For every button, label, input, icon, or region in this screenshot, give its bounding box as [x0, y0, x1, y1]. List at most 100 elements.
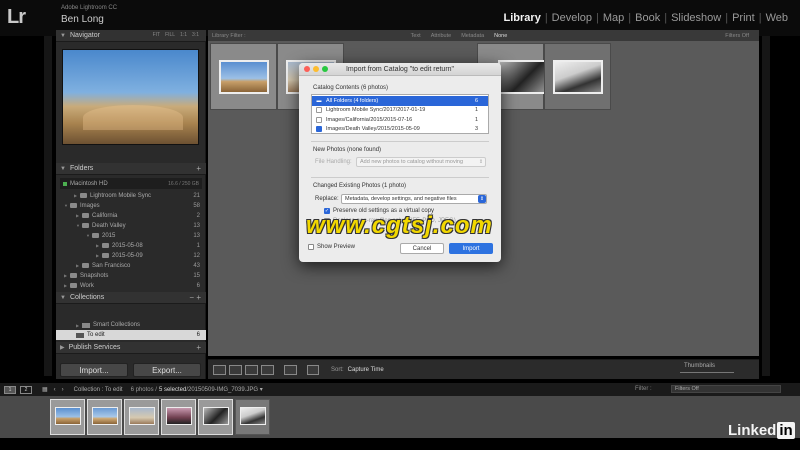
collection-count: 6: [196, 332, 200, 338]
module-map[interactable]: Map: [599, 12, 628, 24]
folders-header[interactable]: ▼ Folders +: [56, 163, 206, 175]
checkbox[interactable]: ▬: [316, 97, 322, 104]
catalog-contents-label: Catalog Contents (6 photos): [313, 85, 389, 91]
survey-view-icon[interactable]: [261, 364, 274, 375]
catalog-row-label: Lightroom Mobile Sync/2017/2017-01-19: [326, 107, 426, 114]
folder-count: 21: [193, 192, 200, 199]
import-button[interactable]: Import...: [60, 363, 128, 377]
catalog-row-mobile-sync[interactable]: Lightroom Mobile Sync/2017/2017-01-19 1: [312, 106, 488, 116]
back-arrow-icon[interactable]: ‹: [54, 387, 56, 393]
sort-label: Sort:: [331, 366, 344, 373]
folder-2015-05-09[interactable]: ▶ 2015-05-09 12: [56, 251, 206, 261]
window-2-button[interactable]: 2: [20, 385, 32, 394]
forward-arrow-icon[interactable]: ›: [62, 387, 64, 393]
folder-lightroom-mobile-sync[interactable]: ▶ Lightroom Mobile Sync 21: [56, 191, 206, 201]
dialog-import-button[interactable]: Import: [449, 243, 493, 254]
filmstrip-source[interactable]: Collection : To edit: [74, 387, 123, 393]
navigator-zoom-options: FIT FILL 1:1 3:1: [153, 32, 199, 38]
export-button[interactable]: Export...: [133, 363, 201, 377]
catalog-row-all-folders[interactable]: ▬ All Folders (4 folders) 6: [312, 96, 488, 106]
compare-view-icon[interactable]: [245, 364, 258, 375]
zoom-fill[interactable]: FILL: [165, 32, 175, 38]
folder-2015[interactable]: ▼ 2015 13: [56, 231, 206, 241]
module-book[interactable]: Book: [631, 12, 664, 24]
zoom-window-icon[interactable]: [322, 66, 328, 72]
filmstrip-cell[interactable]: [50, 399, 85, 435]
filter-attribute[interactable]: Attribute: [431, 33, 451, 39]
filmstrip-cell[interactable]: [124, 399, 159, 435]
folder-california[interactable]: ▶ California 2: [56, 211, 206, 221]
people-view-icon[interactable]: [284, 364, 297, 375]
folder-count: 12: [193, 252, 200, 259]
sort-select[interactable]: Capture Time: [348, 367, 384, 373]
sort-direction-icon[interactable]: [307, 364, 319, 375]
folder-icon: [80, 193, 87, 199]
grid-cell[interactable]: [544, 43, 611, 110]
add-publish-icon[interactable]: +: [196, 343, 201, 352]
replace-label: Replace:: [315, 196, 339, 202]
zoom-fit[interactable]: FIT: [153, 32, 161, 38]
collection-controls-icon[interactable]: − +: [189, 293, 201, 302]
publish-services-header[interactable]: ▶ Publish Services +: [56, 342, 206, 354]
zoom-1-1[interactable]: 1:1: [180, 32, 187, 38]
checkbox[interactable]: [308, 244, 314, 250]
navigator-preview[interactable]: [62, 49, 199, 145]
filters-off-dropdown[interactable]: Filters Off: [725, 33, 749, 39]
minimize-window-icon[interactable]: [313, 66, 319, 72]
selected-count: 5 selected: [158, 386, 187, 393]
left-panel-edge[interactable]: [44, 36, 52, 376]
filmstrip-cell[interactable]: [161, 399, 196, 435]
divider: [311, 141, 489, 142]
filmstrip-cell[interactable]: [198, 399, 233, 435]
filmstrip-cell[interactable]: [87, 399, 122, 435]
catalog-row-death-valley[interactable]: Images/Death Valley/2015/2015-05-09 3: [312, 125, 488, 135]
add-folder-icon[interactable]: +: [196, 164, 201, 173]
cancel-button[interactable]: Cancel: [400, 243, 444, 254]
checkbox[interactable]: [316, 107, 322, 114]
right-panel-edge[interactable]: [762, 36, 770, 376]
module-web[interactable]: Web: [762, 12, 792, 24]
filter-none[interactable]: None: [494, 33, 507, 39]
replace-select[interactable]: Metadata, develop settings, and negative…: [341, 194, 487, 204]
checkbox[interactable]: [316, 116, 322, 123]
show-preview-option[interactable]: Show Preview: [308, 244, 355, 250]
folder-san-francisco[interactable]: ▶ San Francisco 43: [56, 261, 206, 271]
folder-icon: [102, 243, 109, 249]
grid-icon[interactable]: ▦: [42, 386, 48, 393]
catalog-row-california[interactable]: Images/California/2015/2015-07-16 1: [312, 115, 488, 125]
window-1-button[interactable]: 1: [4, 385, 16, 394]
filter-text[interactable]: Text: [411, 33, 421, 39]
module-slideshow[interactable]: Slideshow: [667, 12, 725, 24]
thumbnail-size-slider[interactable]: [680, 372, 734, 373]
module-develop[interactable]: Develop: [548, 12, 596, 24]
filmstrip-filter-label: Filter :: [635, 386, 652, 392]
checkbox[interactable]: [316, 126, 322, 133]
folder-snapshots[interactable]: ▶ Snapshots 15: [56, 271, 206, 281]
grid-view-icon[interactable]: [213, 364, 226, 375]
file-handling-select: Add new photos to catalog without moving…: [356, 157, 486, 167]
folder-images[interactable]: ▼ Images 58: [56, 201, 206, 211]
filmstrip-filters-dropdown[interactable]: Filters Off: [671, 385, 781, 393]
zoom-3-1[interactable]: 3:1: [192, 32, 199, 38]
catalog-row-count: 3: [474, 126, 478, 133]
folder-death-valley[interactable]: ▼ Death Valley 13: [56, 221, 206, 231]
volume-macintosh-hd[interactable]: Macintosh HD 16.6 / 250 GB: [60, 178, 202, 189]
catalog-row-label: Images/Death Valley/2015/2015-05-09: [326, 126, 420, 133]
loupe-view-icon[interactable]: [229, 364, 242, 375]
close-window-icon[interactable]: [304, 66, 310, 72]
filmstrip-cell[interactable]: [235, 399, 270, 435]
catalog-contents-list[interactable]: ▬ All Folders (4 folders) 6 Lightroom Mo…: [311, 94, 489, 134]
folder-label: San Francisco: [92, 262, 131, 269]
divider: [311, 177, 489, 178]
module-print[interactable]: Print: [728, 12, 759, 24]
folder-label: 2015-05-08: [112, 242, 143, 249]
folder-2015-05-08[interactable]: ▶ 2015-05-08 1: [56, 241, 206, 251]
filter-metadata[interactable]: Metadata: [461, 33, 484, 39]
grid-cell[interactable]: [210, 43, 277, 110]
module-library[interactable]: Library: [500, 12, 545, 24]
folder-work[interactable]: ▶ Work 6: [56, 281, 206, 291]
collections-header[interactable]: ▼ Collections − +: [56, 292, 206, 304]
collection-to-edit[interactable]: To edit 6: [56, 330, 206, 340]
smart-collections[interactable]: ▶ Smart Collections: [56, 320, 206, 330]
folder-count: 15: [193, 272, 200, 279]
